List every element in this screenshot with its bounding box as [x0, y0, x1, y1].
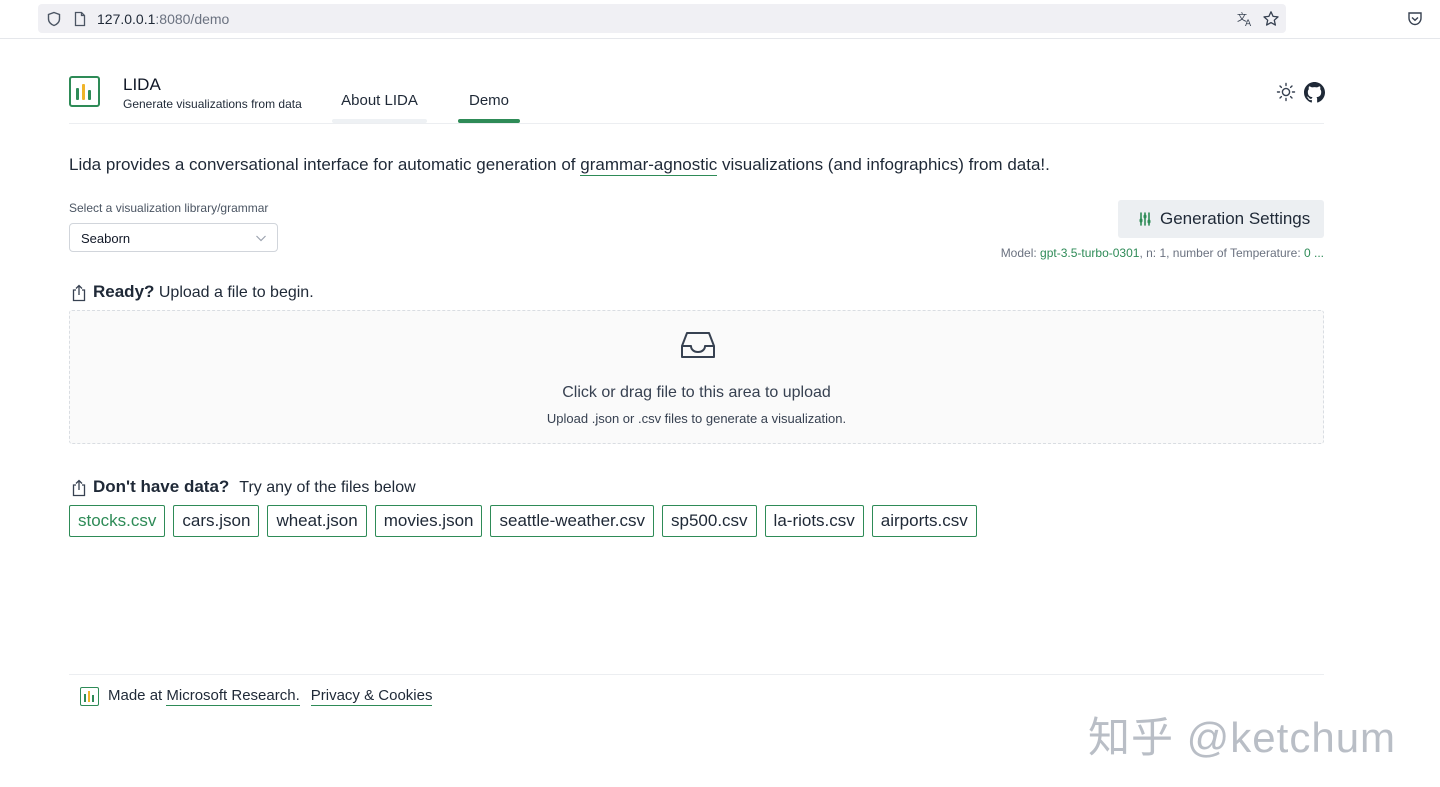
tab-about-lida[interactable]: About LIDA	[332, 92, 427, 123]
upload-icon	[72, 479, 86, 497]
tab-demo[interactable]: Demo	[458, 92, 520, 123]
sun-icon[interactable]	[1276, 82, 1296, 102]
tab-label: About LIDA	[341, 92, 418, 109]
privacy-cookies-link[interactable]: Privacy & Cookies	[310, 687, 433, 706]
model-prefix: Model:	[1000, 246, 1041, 260]
ready-text: Upload a file to begin.	[154, 284, 314, 301]
library-select-label: Select a visualization library/grammar	[69, 201, 269, 215]
header-divider	[69, 123, 1324, 124]
svg-text:A: A	[1245, 19, 1252, 28]
inbox-icon	[681, 332, 715, 358]
upload-icon	[72, 284, 86, 302]
sample-file-sp500[interactable]: sp500.csv	[662, 505, 757, 537]
drop-zone-title: Click or drag file to this area to uploa…	[562, 384, 831, 401]
app-title: LIDA	[123, 75, 161, 94]
bar-chart-logo-icon	[69, 76, 100, 107]
drop-zone-hint: Upload .json or .csv files to generate a…	[546, 411, 847, 426]
model-name: gpt-3.5-turbo-0301	[1040, 246, 1140, 260]
pocket-icon[interactable]	[1406, 10, 1424, 28]
ready-strong: Ready?	[93, 282, 155, 301]
sample-file-la-riots[interactable]: la-riots.csv	[764, 505, 864, 537]
model-temperature: 0 ...	[1303, 246, 1324, 260]
address-bar[interactable]: 127.0.0.1:8080/demo 文 A	[38, 4, 1286, 33]
sample-file-seattle-weather[interactable]: seattle-weather.csv	[490, 505, 654, 537]
generation-settings-label: Generation Settings	[1160, 209, 1311, 228]
microsoft-research-link[interactable]: Microsoft Research.	[166, 687, 300, 706]
star-icon[interactable]	[1262, 10, 1280, 28]
sample-file-airports[interactable]: airports.csv	[871, 505, 977, 537]
url-text[interactable]: 127.0.0.1:8080/demo	[97, 11, 229, 27]
model-params: , n: 1, number of Temperature:	[1139, 246, 1304, 260]
sample-file-stocks[interactable]: stocks.csv	[69, 505, 166, 537]
tab-label: Demo	[468, 92, 509, 109]
footer-made-at: Made at	[108, 687, 167, 704]
library-select[interactable]: Seaborn	[69, 223, 278, 252]
sample-file-cars[interactable]: cars.json	[173, 505, 260, 537]
sample-file-movies[interactable]: movies.json	[374, 505, 483, 537]
watermark: 知乎 @ketchum	[1088, 714, 1397, 761]
intro-after: visualizations (and infographics) from d…	[717, 155, 1050, 174]
browser-toolbar: 127.0.0.1:8080/demo 文 A	[0, 0, 1440, 39]
sample-heading-strong: Don't have data?	[93, 477, 230, 496]
url-host: 127.0.0.1	[97, 11, 156, 27]
grammar-agnostic-link[interactable]: grammar-agnostic	[580, 155, 718, 176]
url-path: :8080/demo	[155, 11, 230, 27]
chevron-down-icon	[256, 235, 266, 242]
ready-heading: Ready? Upload a file to begin.	[93, 282, 314, 302]
intro-before: Lida provides a conversational interface…	[69, 155, 581, 174]
page-icon[interactable]	[72, 11, 88, 27]
footer-text: Made at Microsoft Research. Privacy & Coo…	[108, 687, 433, 706]
file-drop-zone[interactable]: Click or drag file to this area to uploa…	[69, 310, 1324, 444]
translate-icon[interactable]: 文 A	[1236, 10, 1254, 28]
sliders-icon	[1139, 212, 1151, 226]
generation-settings-button[interactable]: Generation Settings	[1118, 200, 1324, 238]
footer-logo-icon	[80, 687, 99, 706]
sample-files-heading: Don't have data? Try any of the files bel…	[93, 477, 416, 497]
github-icon[interactable]	[1304, 82, 1325, 103]
shield-icon[interactable]	[46, 11, 62, 27]
app-subtitle: Generate visualizations from data	[123, 97, 302, 111]
model-info: Model: gpt-3.5-turbo-0301, n: 1, number …	[1001, 246, 1324, 260]
sample-file-wheat[interactable]: wheat.json	[267, 505, 367, 537]
library-select-value: Seaborn	[81, 231, 131, 246]
sample-file-list: stocks.csv cars.json wheat.json movies.j…	[69, 505, 985, 537]
sample-heading-text: Try any of the files below	[239, 479, 416, 496]
intro-text: Lida provides a conversational interface…	[69, 155, 1050, 176]
footer-divider	[69, 674, 1324, 675]
